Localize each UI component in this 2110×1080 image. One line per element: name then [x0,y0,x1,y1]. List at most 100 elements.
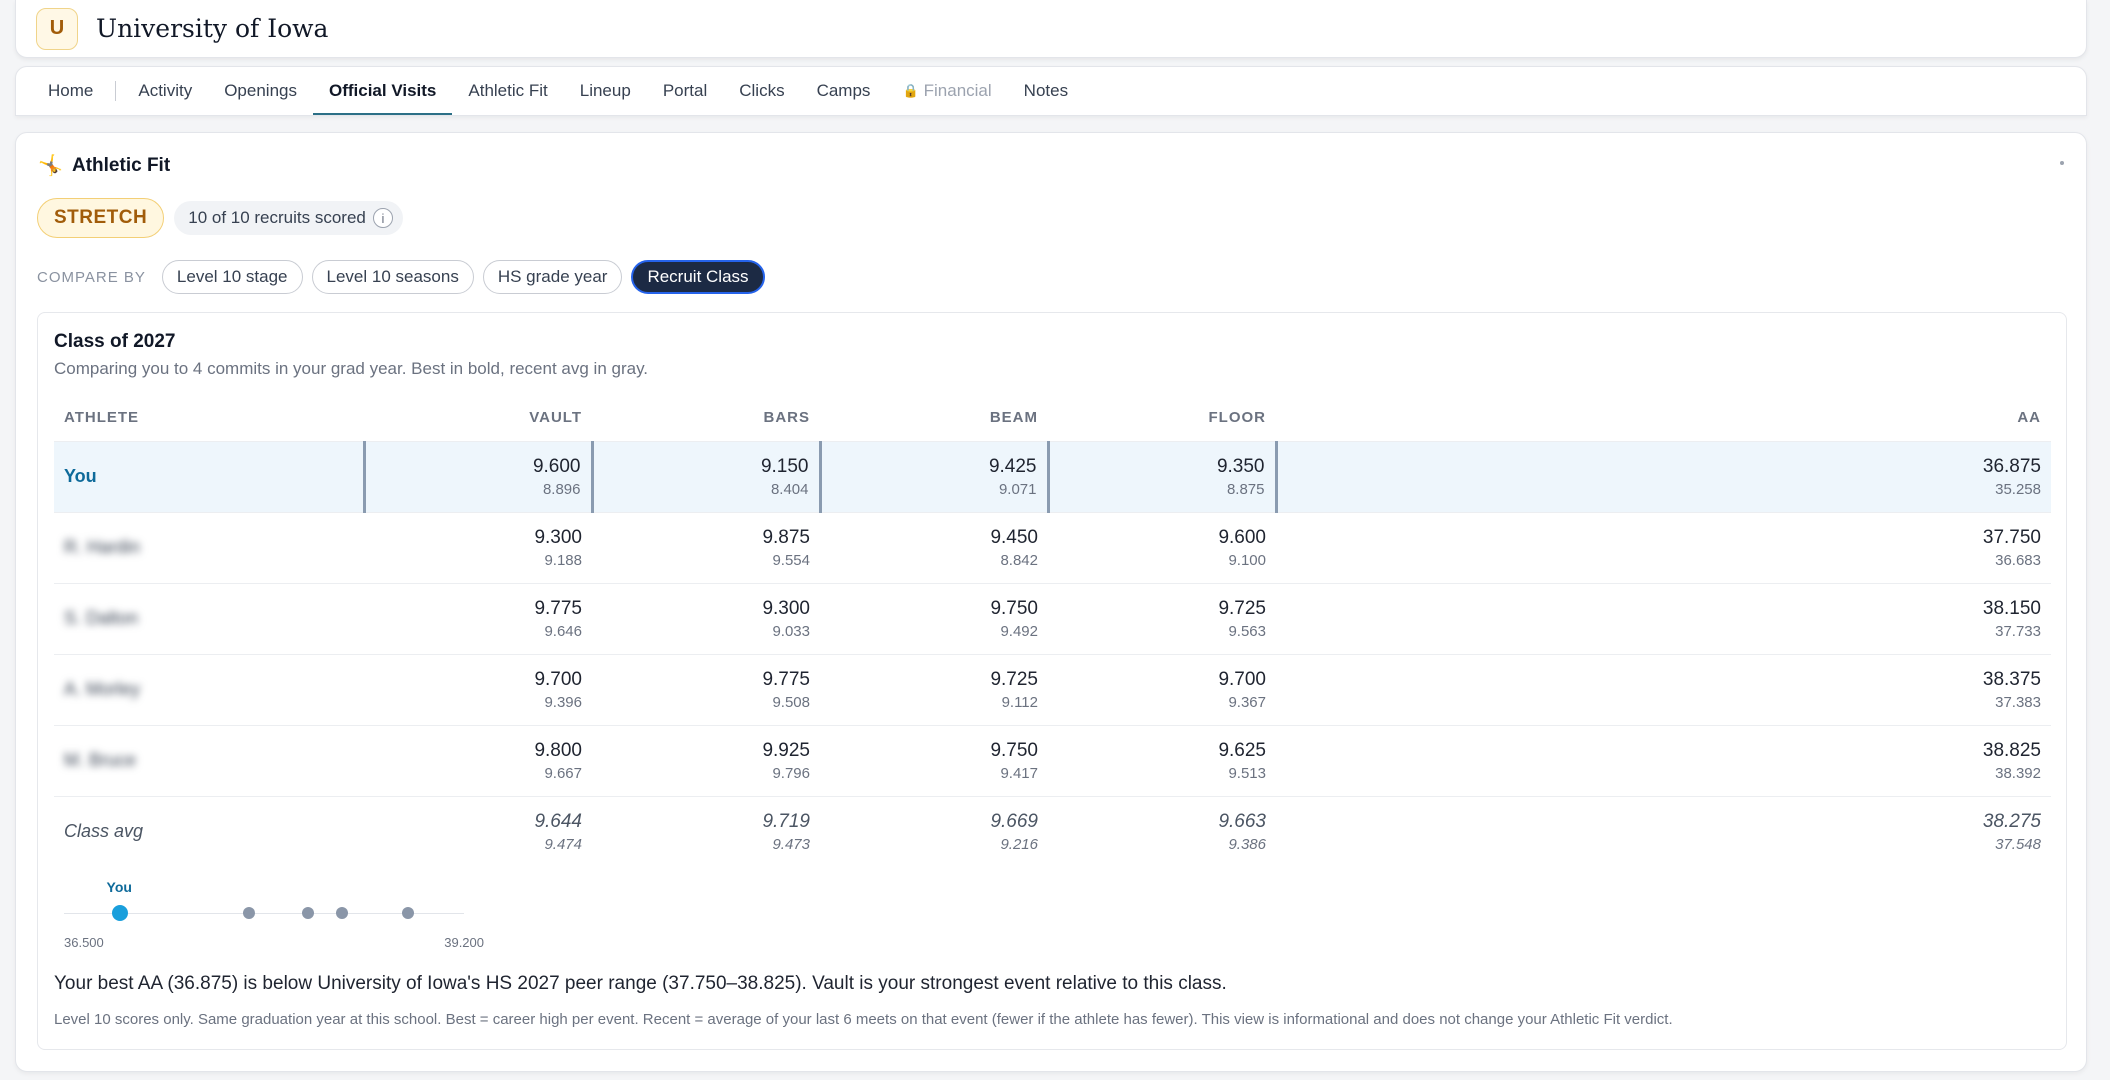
aa-score-cell: 38.375 37.383 [1276,653,2051,725]
floor-recent-avg: 9.367 [1228,693,1266,711]
aa-best-score: 38.150 [1982,597,2041,619]
class-comparison-card: Class of 2027 Comparing you to 4 commits… [37,312,2067,1050]
bars-score-cell: 9.875 9.554 [592,511,820,583]
aa-score-cell: 38.825 38.392 [1276,724,2051,796]
beam-score-cell: 9.725 9.112 [820,653,1048,725]
bars-recent-avg: 9.796 [772,764,810,782]
aa-score-cell: 38.275 37.548 [1276,795,2051,867]
tab-camps[interactable]: Camps [801,67,887,115]
table-row: You 9.600 8.896 9.150 8.404 9.425 9.071 9.350 8.… [54,440,2051,512]
beam-recent-avg: 9.492 [1000,622,1038,640]
footnote-text: Level 10 scores only. Same graduation ye… [54,1011,1673,1028]
tab-official-visits[interactable]: Official Visits [312,67,453,115]
athlete-name-cell: Class avg [54,795,364,867]
vault-score-cell: 9.644 9.474 [364,795,592,867]
tab-financial[interactable]: 🔒 Financial [886,67,1007,115]
beam-best-score: 9.750 [990,597,1038,619]
athlete-name: You [64,466,97,486]
tab-activity[interactable]: Activity [122,67,208,115]
compare-recruit-class[interactable]: Recruit Class [631,260,765,294]
vault-best-score: 9.600 [532,455,581,477]
aa-range-strip: 36.500 39.200 You [54,873,484,953]
aa-score-cell: 37.750 36.683 [1276,511,2051,583]
floor-best-score: 9.700 [1218,668,1266,690]
aa-recent-avg: 38.392 [1995,764,2041,782]
beam-recent-avg: 9.112 [1001,693,1038,711]
floor-recent-avg: 9.563 [1228,622,1266,640]
tab-clicks[interactable]: Clicks [723,67,800,115]
bars-score-cell: 9.150 8.404 [590,440,820,512]
aa-score-cell: 36.875 35.258 [1274,440,2051,512]
table-row: M. Bruce 9.800 9.667 9.925 9.796 9.750 9.417 9.… [54,724,2051,796]
peer-aa-dot [335,907,348,919]
vault-best-score: 9.644 [534,810,582,832]
bars-recent-avg: 9.033 [772,622,810,640]
beam-score-cell: 9.669 9.216 [820,795,1048,867]
compare-hs-grade-year[interactable]: HS grade year [482,260,623,294]
bars-score-cell: 9.300 9.033 [592,582,820,654]
col-header-vault: VAULT [529,409,582,427]
athlete-name: R. Hardin [64,537,141,557]
collapse-toggle[interactable] [2060,161,2064,165]
section-title: Athletic Fit [72,154,171,176]
bars-best-score: 9.775 [762,668,810,690]
tab-athletic-fit[interactable]: Athletic Fit [452,67,563,115]
lock-icon: 🔒 [902,83,919,98]
beam-best-score: 9.750 [990,739,1038,761]
aa-range-min: 36.500 [64,935,104,950]
tab-openings[interactable]: Openings [208,67,313,115]
bars-score-cell: 9.775 9.508 [592,653,820,725]
peer-aa-dot [243,907,256,919]
bars-best-score: 9.719 [762,810,810,832]
section-header: 🤸 Athletic Fit [38,153,170,178]
beam-score-cell: 9.425 9.071 [818,440,1048,512]
aa-best-score: 38.275 [1982,810,2041,832]
floor-score-cell: 9.625 9.513 [1048,724,1276,796]
athlete-name: Class avg [64,821,144,842]
tab-home[interactable]: Home [32,67,109,115]
vault-recent-avg: 9.474 [544,835,582,853]
athlete-name-cell: S. Dalton [54,582,364,654]
vault-score-cell: 9.775 9.646 [364,582,592,654]
athletic-fit-panel: 🤸 Athletic Fit STRETCH 10 of 10 recruits… [15,132,2087,1072]
gymnast-icon: 🤸 [38,155,63,177]
beam-recent-avg: 9.071 [998,480,1037,498]
athlete-name: S. Dalton [64,608,139,628]
floor-score-cell: 9.725 9.563 [1048,582,1276,654]
bars-recent-avg: 9.473 [772,835,810,853]
peer-aa-dot [302,907,315,919]
floor-recent-avg: 8.875 [1226,480,1265,498]
peer-aa-dot [402,907,415,919]
vault-recent-avg: 9.667 [544,764,582,782]
beam-best-score: 9.669 [990,810,1038,832]
beam-score-cell: 9.450 8.842 [820,511,1048,583]
compare-level10-seasons[interactable]: Level 10 seasons [311,260,474,294]
you-aa-dot [111,905,128,921]
tab-lineup[interactable]: Lineup [564,67,647,115]
col-header-floor: FLOOR [1208,409,1266,427]
bars-best-score: 9.925 [762,739,810,761]
tab-notes[interactable]: Notes [1008,67,1084,115]
vault-recent-avg: 9.396 [544,693,582,711]
beam-score-cell: 9.750 9.492 [820,582,1048,654]
compare-level10-stage[interactable]: Level 10 stage [161,260,303,294]
tab-portal[interactable]: Portal [647,67,723,115]
aa-score-cell: 38.150 37.733 [1276,582,2051,654]
table-row: S. Dalton 9.775 9.646 9.300 9.033 9.750 9.492 9… [54,582,2051,654]
info-icon[interactable]: i [372,208,393,228]
floor-score-cell: 9.600 9.100 [1048,511,1276,583]
athlete-name: M. Bruce [64,750,137,770]
floor-best-score: 9.600 [1218,526,1266,548]
beam-recent-avg: 9.417 [1000,764,1038,782]
floor-score-cell: 9.700 9.367 [1048,653,1276,725]
vault-best-score: 9.700 [534,668,582,690]
floor-best-score: 9.725 [1218,597,1266,619]
vault-recent-avg: 8.896 [542,480,581,498]
nav-divider [115,81,117,101]
table-row: R. Hardin 9.300 9.188 9.875 9.554 9.450 8.842 9… [54,511,2051,583]
nav-bar: Home Activity Openings Official Visits A… [15,66,2087,116]
table-row: A. Morley 9.700 9.396 9.775 9.508 9.725 9.112 9… [54,653,2051,725]
vault-best-score: 9.775 [534,597,582,619]
bars-recent-avg: 8.404 [770,480,809,498]
bars-recent-avg: 9.554 [772,551,810,569]
